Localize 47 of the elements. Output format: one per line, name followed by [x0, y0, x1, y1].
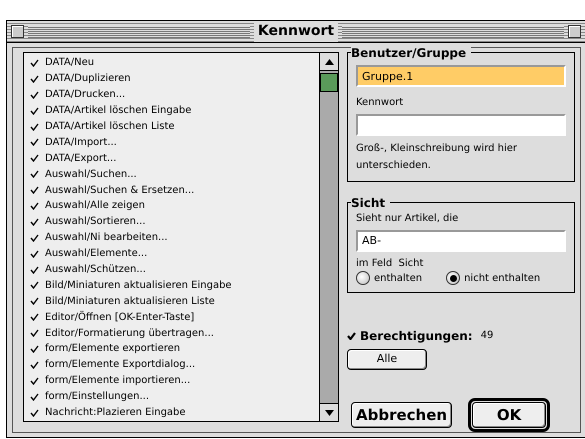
permission-item[interactable]: Editor/Öffnen [OK-Enter-Taste] — [45, 310, 194, 325]
prompt-text: Sieht nur Artikel, die — [356, 212, 460, 226]
permission-item[interactable]: Bild/Miniaturen aktualisieren Eingabe — [45, 278, 232, 293]
all-button[interactable]: Alle — [347, 348, 427, 370]
permission-item[interactable]: form/Elemente exportieren — [45, 341, 180, 356]
permission-item[interactable]: DATA/Neu — [45, 55, 94, 70]
permission-item[interactable]: Auswahl/Suchen & Ersetzen... — [45, 182, 194, 198]
dialog-button[interactable]: Abbrechen — [351, 402, 452, 428]
scroll-up-arrow-icon[interactable] — [324, 58, 334, 64]
permission-item[interactable]: Auswahl/Elemente... — [45, 246, 148, 262]
permission-item[interactable]: form/Elemente importieren... — [45, 373, 190, 388]
permission-item[interactable]: Auswahl/Sortieren... — [45, 214, 146, 230]
permission-item[interactable]: Bild/Miniaturen aktualisieren Liste — [45, 294, 215, 309]
group-title: Benutzer/Gruppe — [351, 44, 472, 62]
permission-item[interactable]: DATA/Duplizieren — [45, 71, 131, 86]
radio-button[interactable] — [356, 271, 370, 286]
permission-item[interactable]: form/Elemente Exportdialog... — [45, 357, 196, 372]
option-label[interactable]: enthalten — [374, 270, 422, 286]
permission-item[interactable]: DATA/Artikel löschen Liste — [45, 119, 175, 134]
scrollbar[interactable] — [319, 53, 338, 421]
permission-item[interactable]: Auswahl/Schützen... — [45, 262, 146, 278]
scroll-thumb[interactable] — [320, 73, 338, 92]
permission-item[interactable]: Auswahl/Suchen... — [45, 166, 137, 182]
rights-label: Berechtigungen: — [360, 328, 473, 345]
dialog-button[interactable]: OK — [472, 402, 546, 428]
scroll-down-arrow-icon[interactable] — [324, 410, 334, 416]
hint-text: Groß-, Kleinschreibung wird hier unterschieden. — [356, 142, 518, 173]
filter-field[interactable]: AB- — [356, 230, 566, 252]
radio-button[interactable] — [446, 271, 460, 286]
field-label: Kennwort — [356, 96, 404, 110]
permission-item[interactable]: form/Einstellungen... — [45, 389, 150, 404]
permission-item[interactable]: Auswahl/Alle zeigen — [45, 198, 145, 214]
window-title: Kennwort — [254, 21, 338, 42]
zoom-box-icon[interactable] — [568, 25, 581, 38]
permission-item[interactable]: DATA/Export... — [45, 150, 116, 166]
close-box-icon[interactable] — [11, 25, 24, 38]
name-field[interactable]: Gruppe.1 — [356, 65, 566, 87]
permission-item[interactable]: Nachricht:Plazieren Eingabe — [45, 405, 186, 420]
permission-item[interactable]: Editor/Formatierung übertragen... — [45, 326, 214, 341]
password-field[interactable] — [356, 114, 566, 136]
option-label[interactable]: nicht enthalten — [464, 270, 540, 286]
permission-item[interactable]: DATA/Artikel löschen Eingabe — [45, 103, 192, 118]
permission-item[interactable]: Auswahl/Ni bearbeiten... — [45, 230, 168, 246]
permission-item[interactable]: DATA/Import... — [45, 134, 117, 150]
field-label: im Feld Sicht — [356, 256, 424, 271]
permission-item[interactable]: DATA/Drucken... — [45, 87, 126, 102]
rights-count: 49 — [480, 329, 494, 344]
